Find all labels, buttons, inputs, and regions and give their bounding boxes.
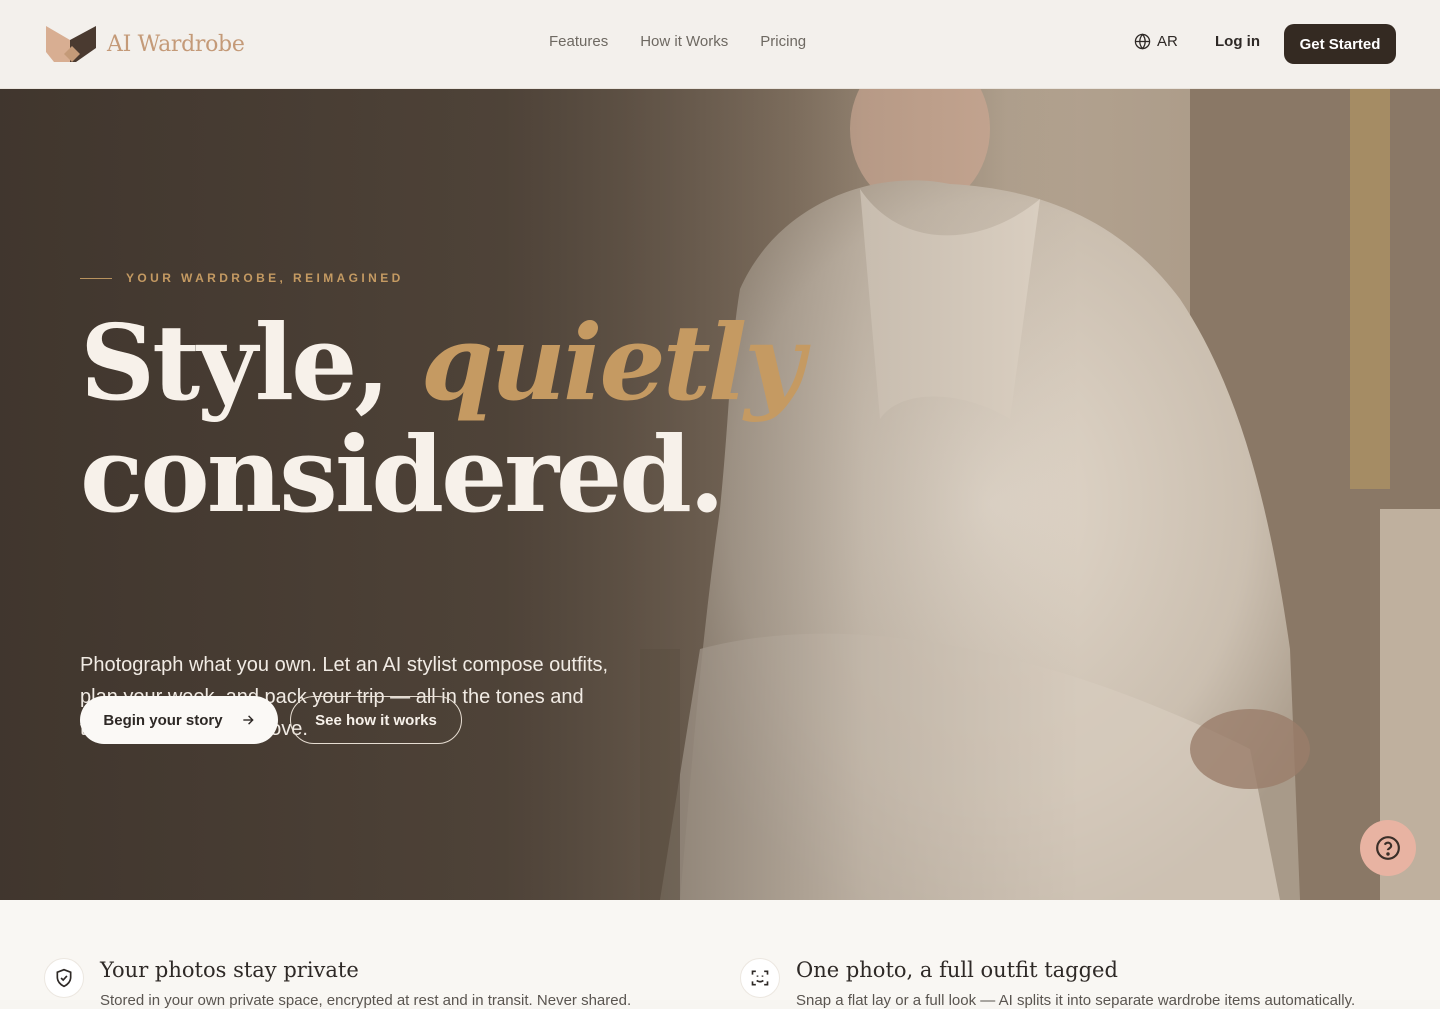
get-started-button[interactable]: Get Started — [1284, 24, 1396, 64]
feature-description: Snap a flat lay or a full look — AI spli… — [796, 992, 1356, 1009]
features-strip: Your photos stay private Stored in your … — [0, 900, 1440, 1009]
language-switcher[interactable]: AR — [1134, 33, 1178, 50]
begin-story-button[interactable]: Begin your story — [80, 696, 278, 744]
wardrobe-logo-icon — [46, 26, 96, 62]
globe-icon — [1134, 33, 1151, 50]
headline-part1: Style, — [80, 301, 390, 424]
eyebrow-text: YOUR WARDROBE, REIMAGINED — [126, 271, 404, 285]
brand-name: AI Wardrobe — [107, 31, 245, 57]
hero-section: YOUR WARDROBE, REIMAGINED Style, quietly… — [0, 89, 1440, 900]
question-circle-icon — [1376, 836, 1400, 860]
login-link[interactable]: Log in — [1215, 33, 1260, 50]
hero-headline: Style, quietly considered. — [80, 307, 805, 531]
nav-pricing[interactable]: Pricing — [760, 33, 806, 50]
see-how-it-works-button[interactable]: See how it works — [290, 696, 462, 744]
hero-eyebrow: YOUR WARDROBE, REIMAGINED — [80, 271, 404, 285]
scan-icon — [751, 970, 769, 986]
headline-part2: considered. — [80, 413, 725, 536]
arrow-right-icon — [242, 715, 254, 725]
main-nav: Features How it Works Pricing — [549, 33, 806, 50]
feature-icon-wrap — [740, 958, 780, 998]
feature-title: One photo, a full outfit tagged — [796, 958, 1118, 982]
begin-story-label: Begin your story — [103, 711, 223, 729]
language-label: AR — [1157, 33, 1178, 50]
feature-title: Your photos stay private — [100, 958, 359, 982]
feature-icon-wrap — [44, 958, 84, 998]
eyebrow-divider — [80, 277, 112, 279]
site-header: AI Wardrobe Features How it Works Pricin… — [0, 0, 1440, 89]
shield-check-icon — [56, 968, 72, 988]
help-button[interactable] — [1360, 820, 1416, 876]
brand-logo[interactable]: AI Wardrobe — [46, 24, 245, 64]
feature-description: Stored in your own private space, encryp… — [100, 992, 632, 1009]
nav-features[interactable]: Features — [549, 33, 608, 50]
headline-accent: quietly — [420, 301, 805, 424]
nav-how-it-works[interactable]: How it Works — [640, 33, 728, 50]
